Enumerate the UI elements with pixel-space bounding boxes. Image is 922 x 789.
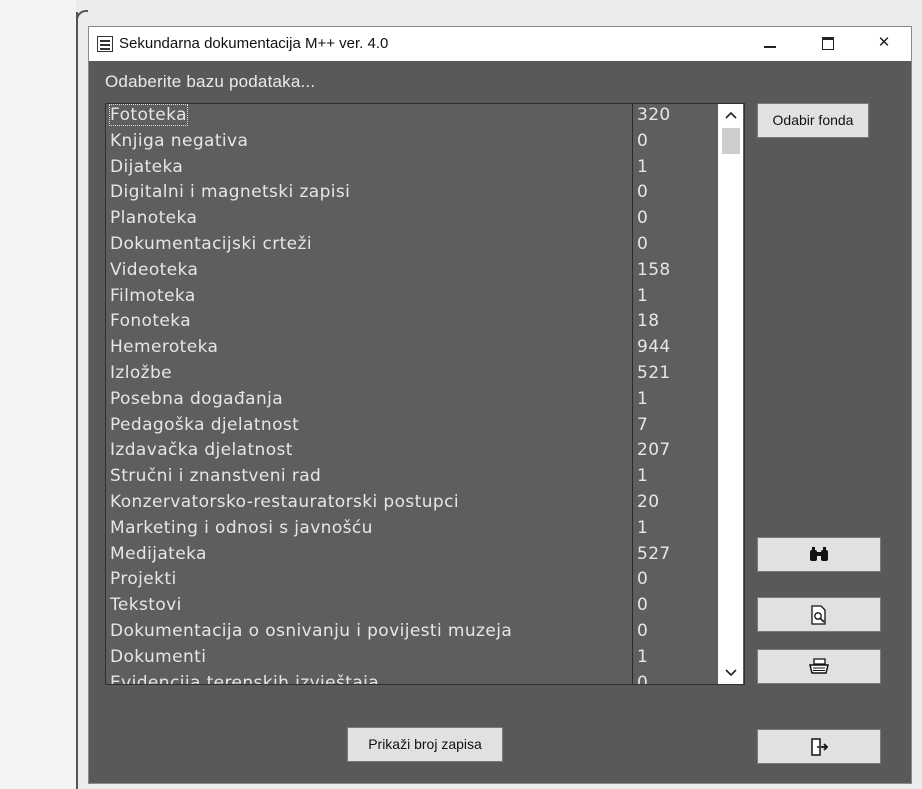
list-item-name: Fonoteka [110,311,192,332]
list-item-count: 1 [637,646,649,667]
maximize-button[interactable] [817,33,839,53]
list-item-name: Tekstovi [110,595,182,616]
list-item-count: 0 [637,620,649,641]
scroll-thumb[interactable] [722,128,740,154]
list-item-count: 0 [637,208,649,229]
list-item[interactable]: Filmoteka 1 [106,285,726,311]
list-item[interactable]: Dokumenti 1 [106,646,726,672]
list-item-name: Evidencija terenskih izvještaja [110,672,380,685]
list-item-count: 521 [637,362,671,383]
list-item[interactable]: Dijateka 1 [106,156,726,182]
list-item-count: 1 [637,388,649,409]
list-item-count: 0 [637,130,649,151]
list-item[interactable]: Marketing i odnosi s javnošću 1 [106,517,726,543]
prikazi-broj-zapisa-button[interactable]: Prikaži broj zapisa [347,727,503,762]
list-item-count: 1 [637,517,649,538]
list-item-name: Izdavačka djelatnost [110,440,293,461]
list-item-count: 1 [637,285,649,306]
background-window-edge [76,12,78,789]
list-item[interactable]: Knjiga negativa 0 [106,130,726,156]
list-item-count: 207 [637,440,671,461]
list-item[interactable]: Fototeka 320 [106,104,726,130]
list-item[interactable]: Dokumentacijski crteži 0 [106,233,726,259]
binoculars-icon [810,546,828,561]
list-item-name: Knjiga negativa [110,130,249,151]
scroll-up-button[interactable] [718,104,743,126]
desktop-background [0,0,76,789]
list-item[interactable]: Posebna događanja 1 [106,388,726,414]
list-item-count: 7 [637,414,649,435]
minimize-button[interactable] [759,33,781,53]
list-item-count: 0 [637,233,649,254]
print-preview-icon [811,604,826,625]
database-list-rows: Fototeka 320 Knjiga negativa 0 Dijateka 1 Digi… [106,104,726,685]
list-item-name: Fototeka [109,104,188,126]
title-bar[interactable]: Sekundarna dokumentacija M++ ver. 4.0 ✕ [89,27,911,61]
list-item[interactable]: Medijateka 527 [106,543,726,569]
close-button[interactable]: ✕ [873,33,895,53]
list-item-name: Posebna događanja [110,388,284,409]
print-preview-button[interactable] [757,597,881,632]
list-item[interactable]: Tekstovi 0 [106,594,726,620]
list-item[interactable]: Konzervatorsko-restauratorski postupci 20 [106,491,726,517]
list-item-name: Dijateka [110,156,184,177]
find-button[interactable] [757,537,881,572]
list-item[interactable]: Izdavačka djelatnost 207 [106,439,726,465]
window-title: Sekundarna dokumentacija M++ ver. 4.0 [119,35,389,52]
list-item[interactable]: Projekti 0 [106,568,726,594]
list-item-count: 0 [637,672,649,685]
list-item-name: Izložbe [110,362,173,383]
list-item-count: 320 [637,105,671,125]
list-item[interactable]: Evidencija terenskih izvještaja 0 [106,672,726,685]
vertical-scrollbar[interactable] [718,104,743,684]
list-item-name: Videoteka [110,259,199,280]
list-item-name: Konzervatorsko-restauratorski postupci [110,491,459,512]
list-item-count: 1 [637,156,649,177]
chevron-down-icon [724,669,737,677]
chevron-up-icon [724,111,737,119]
list-item[interactable]: Digitalni i magnetski zapisi 0 [106,181,726,207]
list-item-name: Planoteka [110,208,198,229]
list-item[interactable]: Hemeroteka 944 [106,336,726,362]
list-item[interactable]: Videoteka 158 [106,259,726,285]
database-listbox[interactable]: Fototeka 320 Knjiga negativa 0 Dijateka 1 Digi… [105,103,745,685]
list-item-name: Pedagoška djelatnost [110,414,300,435]
list-item[interactable]: Stručni i znanstveni rad 1 [106,465,726,491]
list-item-count: 0 [637,569,649,590]
list-item-name: Dokumentacijski crteži [110,233,312,254]
printer-icon [809,657,829,674]
list-item-name: Projekti [110,569,177,590]
list-item[interactable]: Izložbe 521 [106,362,726,388]
list-item-count: 1 [637,466,649,487]
main-window: Sekundarna dokumentacija M++ ver. 4.0 ✕ … [88,26,912,784]
list-item-name: Digitalni i magnetski zapisi [110,182,351,203]
print-button[interactable] [757,649,881,684]
list-item[interactable]: Pedagoška djelatnost 7 [106,414,726,440]
list-item-name: Hemeroteka [110,337,219,358]
app-form-icon [97,36,113,52]
list-item-name: Dokumenti [110,646,207,667]
list-item-count: 158 [637,259,671,280]
list-item-count: 0 [637,182,649,203]
scroll-down-button[interactable] [718,662,743,684]
list-item-name: Stručni i znanstveni rad [110,466,322,487]
list-item-name: Dokumentacija o osnivanju i povijesti mu… [110,620,513,641]
list-item-count: 0 [637,595,649,616]
list-item-name: Medijateka [110,543,207,564]
list-item[interactable]: Fonoteka 18 [106,310,726,336]
list-item[interactable]: Dokumentacija o osnivanju i povijesti mu… [106,620,726,646]
list-item-name: Marketing i odnosi s javnošću [110,517,373,538]
list-item-count: 18 [637,311,660,332]
odabir-fonda-button[interactable]: Odabir fonda [757,103,869,138]
exit-door-icon [811,737,829,756]
list-item-count: 20 [637,491,660,512]
list-item-count: 944 [637,337,671,358]
list-item-name: Filmoteka [110,285,196,306]
select-database-label: Odaberite bazu podataka... [105,72,316,91]
list-item-count: 527 [637,543,671,564]
exit-button[interactable] [757,729,881,764]
list-item[interactable]: Planoteka 0 [106,207,726,233]
